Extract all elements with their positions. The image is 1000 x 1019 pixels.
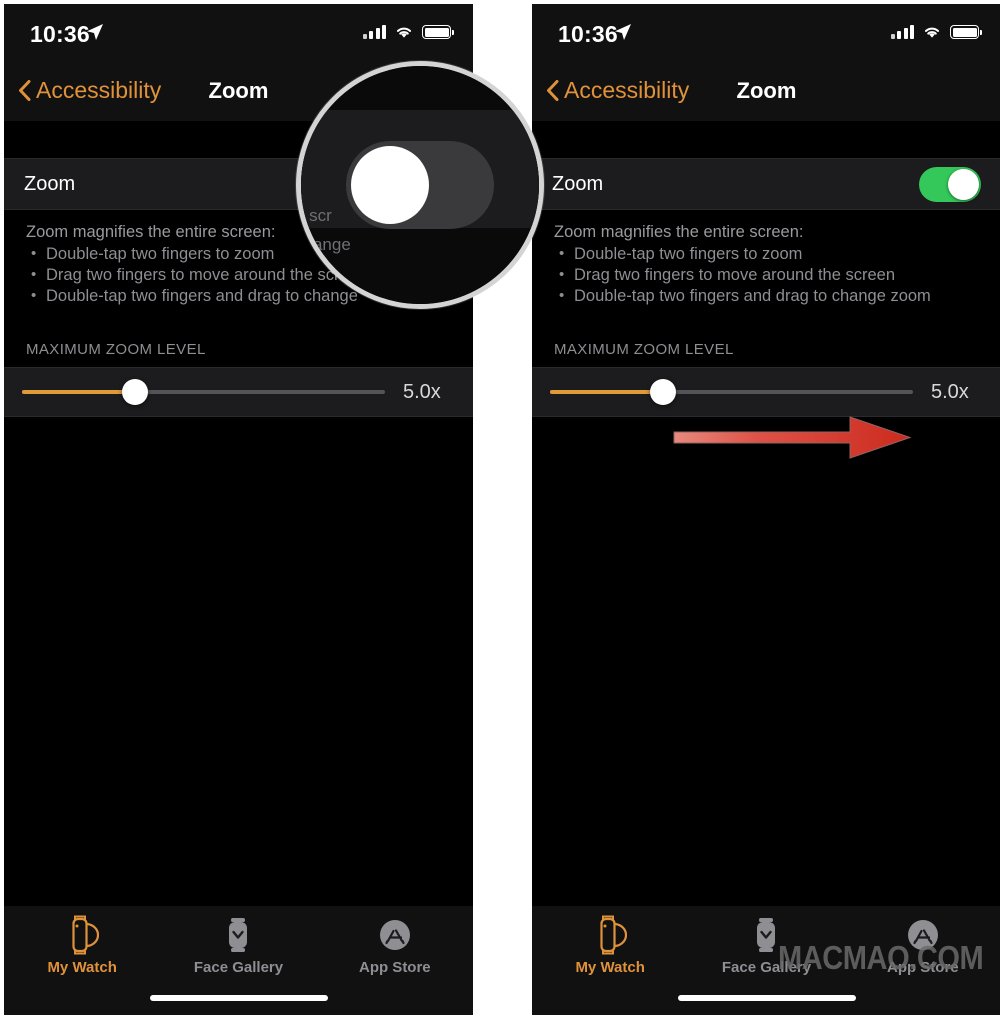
slider-knob[interactable] (121, 379, 148, 405)
zoom-row-label: Zoom (24, 172, 76, 195)
loupe-magnified-text-1: e scr (296, 206, 332, 225)
slider-knob[interactable] (649, 379, 676, 405)
zoom-description-right: Zoom magnifies the entire screen: Double… (532, 210, 1000, 307)
slider-fill (22, 390, 135, 394)
tab-label: Face Gallery (193, 959, 284, 976)
apple-watch-icon (65, 914, 100, 956)
home-indicator[interactable] (149, 995, 328, 1001)
watch-face-icon (751, 914, 781, 956)
tab-my-watch[interactable]: My Watch (532, 914, 688, 982)
chevron-left-icon (19, 80, 31, 101)
phone-screenshot-right: 10:36 Accessibility Zoom Zoom Zoom magni… (532, 4, 1000, 1015)
status-bar-indicators (362, 24, 454, 39)
chevron-left-icon (547, 80, 559, 101)
site-watermark: MACMAO.COM (777, 939, 984, 976)
zoom-level-slider[interactable] (550, 379, 913, 405)
settings-content-right: Zoom Zoom magnifies the entire screen: D… (532, 121, 1000, 417)
tab-bar-left: My Watch Face Gallery App Store (4, 905, 473, 1015)
page-title: Zoom (736, 78, 797, 103)
zoom-level-value: 5.0x (403, 380, 441, 403)
zoom-level-value: 5.0x (931, 380, 969, 403)
home-indicator[interactable] (677, 995, 856, 1001)
magnifier-loupe-overlay: e scr change (296, 61, 544, 309)
zoom-level-slider[interactable] (22, 379, 385, 405)
loupe-inner-background: e scr change (301, 66, 539, 304)
max-zoom-slider-row[interactable]: 5.0x (532, 367, 1000, 417)
wifi-icon (924, 27, 940, 38)
battery-icon (950, 25, 982, 39)
cellular-signal-icon (890, 24, 914, 39)
description-lead: Zoom magnifies the entire screen: (554, 223, 804, 241)
wifi-icon (396, 27, 412, 38)
watch-face-icon (223, 914, 253, 956)
battery-icon (422, 25, 454, 39)
apple-watch-icon (593, 914, 628, 956)
red-right-arrow-icon (673, 416, 912, 459)
slider-fill (550, 390, 663, 394)
content-spacer (532, 121, 1000, 158)
description-bullet-list: Double-tap two fingers to zoom Drag two … (554, 243, 979, 307)
max-zoom-slider-row[interactable]: 5.0x (4, 367, 473, 417)
location-arrow-icon (87, 24, 103, 40)
toggle-knob (948, 168, 979, 200)
tab-app-store[interactable]: App Store (317, 914, 473, 982)
zoom-toggle-row[interactable]: Zoom (532, 158, 1000, 210)
list-item: Double-tap two fingers to zoom (554, 243, 979, 265)
tab-label: App Store (358, 959, 431, 976)
cellular-signal-icon (362, 24, 386, 39)
status-bar-indicators (890, 24, 982, 39)
tab-face-gallery[interactable]: Face Gallery (160, 914, 316, 982)
nav-bar-right: Accessibility Zoom (532, 66, 1000, 121)
list-item: Drag two fingers to move around the scre… (554, 264, 979, 286)
app-store-icon (377, 914, 413, 956)
list-item: Double-tap two fingers and drag to chang… (554, 285, 979, 307)
status-bar-time: 10:36 (558, 21, 618, 47)
status-bar-right: 10:36 (532, 4, 1000, 66)
loupe-magnified-text-2: change (296, 235, 351, 254)
magnified-zoom-toggle-switch[interactable] (346, 141, 494, 229)
section-header-maximum-zoom-level: MAXIMUM ZOOM LEVEL (26, 341, 206, 358)
toggle-knob (351, 146, 429, 224)
tab-label: My Watch (575, 959, 645, 976)
zoom-toggle-switch[interactable] (919, 166, 981, 202)
section-header-maximum-zoom-level: MAXIMUM ZOOM LEVEL (554, 341, 734, 358)
status-bar-left: 10:36 (4, 4, 473, 66)
tab-label: My Watch (47, 959, 117, 976)
screenshot-stage: 10:36 Accessibility Zoom Zoom Zoom magni… (0, 0, 1000, 1019)
tab-my-watch[interactable]: My Watch (4, 914, 160, 982)
zoom-row-label: Zoom (552, 172, 604, 195)
location-arrow-icon (615, 24, 631, 40)
status-bar-time: 10:36 (30, 21, 90, 47)
